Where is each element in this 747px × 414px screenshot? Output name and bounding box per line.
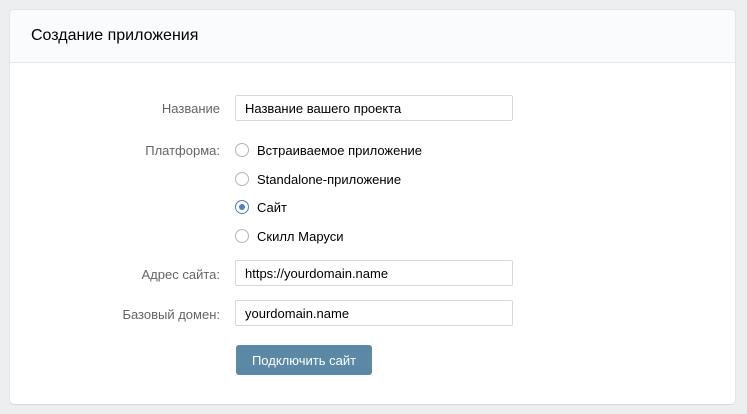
base-domain-label: Базовый домен: (122, 307, 220, 322)
app-name-input[interactable] (235, 95, 513, 121)
platform-option-label: Скилл Маруси (257, 228, 344, 244)
radio-button[interactable] (235, 229, 249, 243)
platform-option-marusia-skill[interactable]: Скилл Маруси (235, 228, 344, 244)
page-title: Создание приложения (31, 27, 199, 44)
radio-button[interactable] (235, 172, 249, 186)
platform-option-label: Встраиваемое приложение (257, 142, 423, 158)
platform-option-label: Standalone-приложение (257, 171, 402, 187)
create-app-card: Создание приложения Название Платформа: … (10, 10, 735, 404)
connect-site-button[interactable]: Подключить сайт (236, 345, 372, 375)
platform-option-embedded[interactable]: Встраиваемое приложение (235, 142, 422, 158)
platform-option-site[interactable]: Сайт (235, 199, 287, 215)
radio-button-selected[interactable] (235, 200, 249, 214)
radio-button[interactable] (235, 143, 249, 157)
platform-option-standalone[interactable]: Standalone-приложение (235, 171, 401, 187)
name-label: Название (161, 101, 220, 116)
platform-option-label: Сайт (257, 199, 287, 215)
card-header: Создание приложения (10, 10, 735, 63)
site-address-input[interactable] (235, 260, 513, 286)
site-address-label: Адрес сайта: (141, 267, 220, 282)
platform-label: Платформа: (145, 143, 220, 158)
base-domain-input[interactable] (235, 300, 513, 326)
